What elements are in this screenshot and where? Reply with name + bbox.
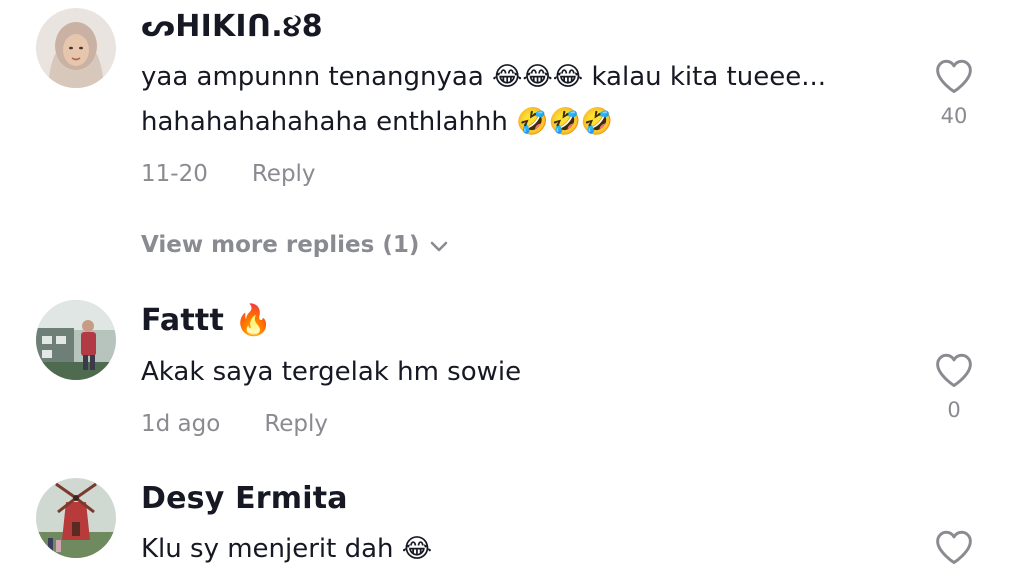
avatar[interactable]: [36, 478, 116, 558]
comment-username[interactable]: Fattt 🔥: [141, 303, 272, 338]
hijab-woman-avatar-icon: [36, 8, 116, 88]
chevron-down-icon: [431, 241, 448, 251]
comment-text: yaa ampunnn tenangnyaa 😂😂😂 kalau kita tu…: [141, 62, 827, 137]
comment-text: Akak saya tergelak hm sowie: [141, 357, 522, 387]
reply-button[interactable]: Reply: [252, 161, 316, 187]
avatar[interactable]: [36, 300, 116, 380]
like-count: 0: [947, 398, 961, 422]
heart-icon[interactable]: [934, 58, 974, 94]
comment-date: 1d ago: [141, 411, 221, 437]
like-group: 40: [934, 58, 974, 128]
like-group: 0: [934, 352, 974, 422]
comment-text: Klu sy menjerit dah 😂: [141, 534, 433, 564]
comment-username[interactable]: Desy Ermita: [141, 481, 348, 516]
windmill-photo-avatar-icon: [36, 478, 116, 558]
avatar[interactable]: [36, 8, 116, 88]
view-more-label: View more replies (1): [141, 232, 420, 258]
reply-button[interactable]: Reply: [264, 411, 328, 437]
heart-icon[interactable]: [934, 529, 974, 565]
comment-username[interactable]: ᔕHIKIᑎ.૪8: [141, 9, 323, 44]
comment-date: 11-20: [141, 161, 208, 187]
like-group: [934, 529, 974, 565]
view-more-replies-button[interactable]: View more replies (1): [141, 232, 449, 258]
like-count: 40: [940, 104, 968, 128]
outdoor-photo-avatar-icon: [36, 300, 116, 380]
comment-meta: 1d ago Reply: [141, 411, 328, 437]
heart-icon[interactable]: [934, 352, 974, 388]
comment-meta: 11-20 Reply: [141, 161, 316, 187]
